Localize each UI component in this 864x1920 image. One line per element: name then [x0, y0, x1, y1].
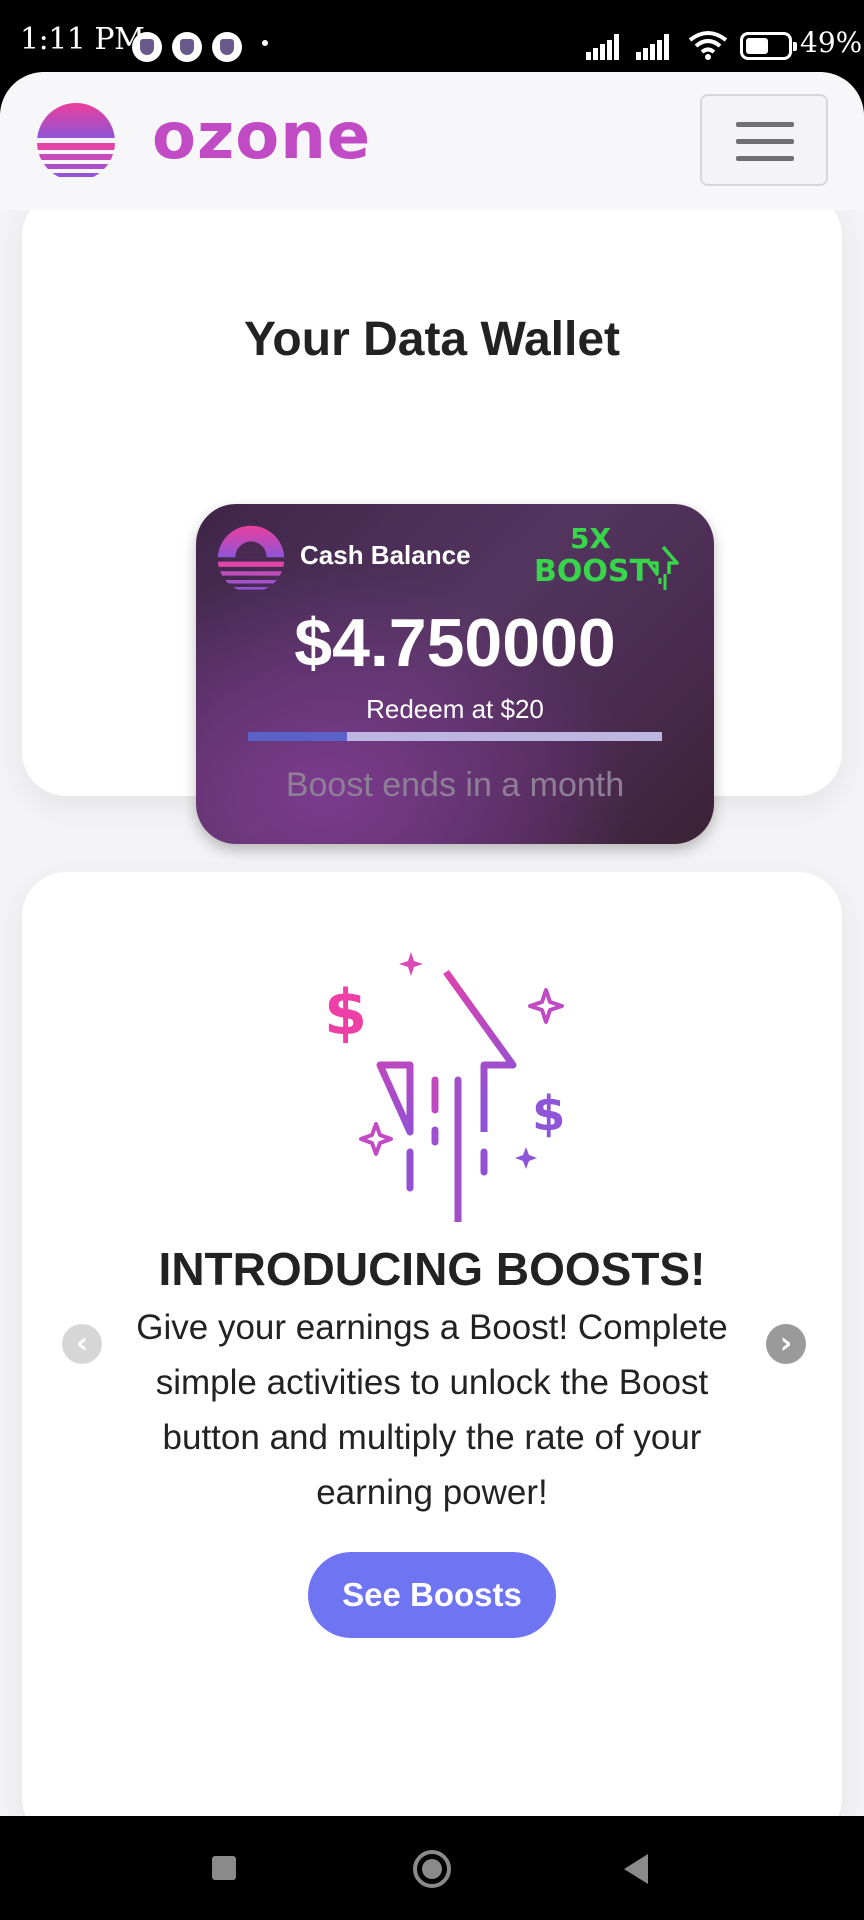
menu-icon — [736, 122, 794, 127]
wifi-icon — [688, 31, 728, 60]
home-button[interactable] — [413, 1850, 451, 1888]
cash-balance-amount: $4.750000 — [294, 605, 616, 681]
see-boosts-button[interactable]: See Boosts — [308, 1552, 556, 1638]
recents-button[interactable] — [212, 1856, 236, 1880]
more-notifications-dot — [262, 40, 268, 46]
battery-percent: 49% — [800, 26, 863, 59]
status-time: 1:11 PM — [20, 22, 145, 57]
system-navigation-bar — [0, 1816, 864, 1920]
data-wallet-card: Your Data Wallet Cash Balance 5X BOOST $… — [22, 192, 842, 844]
notification-icon — [132, 32, 162, 62]
carousel-next-button[interactable]: › — [766, 1324, 806, 1364]
status-bar: 1:11 PM 49% — [0, 0, 864, 72]
battery-icon — [740, 32, 797, 60]
boosts-intro-title: INTRODUCING BOOSTS! — [158, 1243, 706, 1295]
boost-multiplier: 5X — [570, 522, 612, 555]
carousel-prev-button[interactable]: ‹ — [62, 1324, 102, 1364]
redeem-threshold: Redeem at $20 — [366, 694, 544, 724]
boost-badge: 5X BOOST — [534, 522, 694, 592]
boost-rocket-arrow-icon: $ $ — [324, 952, 565, 1222]
wallet-title: Your Data Wallet — [243, 313, 621, 366]
cash-balance-card[interactable]: Cash Balance 5X BOOST $4.750000 Redeem a… — [196, 504, 714, 844]
menu-icon-line — [736, 156, 794, 161]
svg-text:$: $ — [532, 1086, 565, 1142]
boost-ends-text: Boost ends in a month — [285, 766, 625, 804]
ozone-logo-icon[interactable] — [36, 102, 116, 182]
app-screen: Your Data Wallet Cash Balance 5X BOOST $… — [0, 72, 864, 1816]
app-header: ozone — [0, 72, 864, 210]
menu-icon-line — [736, 139, 794, 144]
notification-icon — [172, 32, 202, 62]
boosts-intro-card: $ $ INTRODUCING BOOSTS! Give your earnin… — [22, 872, 842, 1816]
redeem-progress-bar — [248, 732, 662, 741]
back-button[interactable] — [624, 1854, 648, 1884]
cash-balance-label: Cash Balance — [300, 540, 471, 570]
ozone-logo-text[interactable]: ozone — [152, 100, 371, 174]
hamburger-menu-button[interactable] — [700, 94, 828, 186]
svg-text:$: $ — [324, 976, 367, 1049]
notification-icon — [212, 32, 242, 62]
ozone-logo-icon — [217, 525, 285, 590]
boost-word: BOOST — [534, 554, 650, 589]
redeem-progress-fill — [248, 732, 348, 741]
boost-arrow-icon — [647, 545, 679, 590]
boosts-intro-body: Give your earnings a Boost! Complete sim… — [136, 1308, 728, 1512]
